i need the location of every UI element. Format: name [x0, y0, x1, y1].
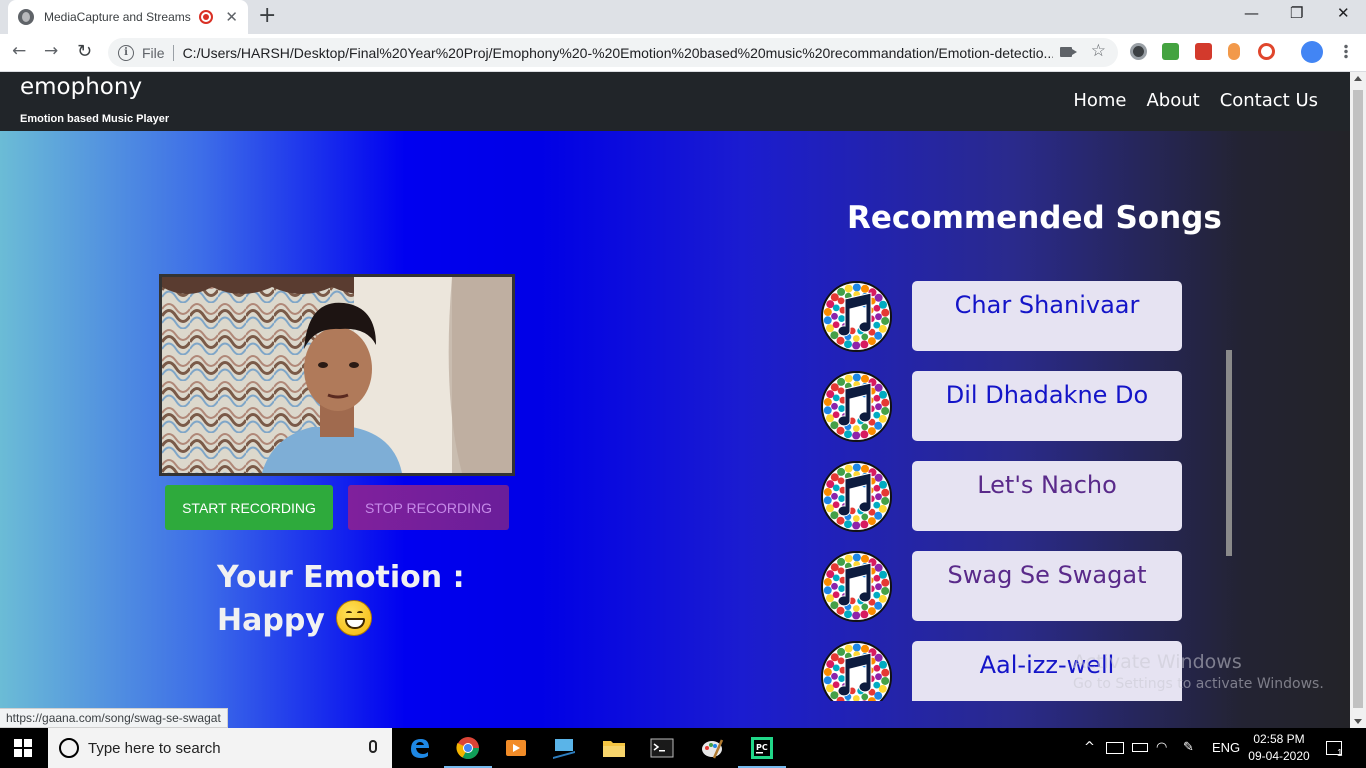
minimize-button[interactable]: —: [1244, 4, 1259, 22]
lastpass-extension-icon[interactable]: [1258, 43, 1275, 60]
scroll-up-icon[interactable]: [1354, 76, 1362, 81]
nav-home-link[interactable]: Home: [1073, 90, 1126, 111]
reload-button[interactable]: ↻: [77, 41, 92, 62]
song-title[interactable]: Swag Se Swagat: [912, 561, 1182, 589]
taskbar-search-placeholder: Type here to search: [88, 739, 221, 757]
address-bar[interactable]: i File C:/Users/HARSH/Desktop/Final%20Ye…: [108, 38, 1118, 67]
window-close-button[interactable]: ✕: [1337, 4, 1350, 22]
tray-chevron-icon[interactable]: ^: [1084, 740, 1095, 755]
tab-strip: MediaCapture and Streams ✕ + — ❐ ✕: [0, 0, 1366, 34]
media-player-icon[interactable]: [492, 728, 540, 768]
song-list-item: Swag Se Swagat: [810, 551, 1220, 622]
menu-dots-icon[interactable]: [1344, 44, 1348, 59]
globe-icon: [18, 9, 34, 25]
pycharm-icon[interactable]: PC: [738, 728, 786, 768]
info-icon[interactable]: i: [118, 44, 134, 61]
song-list: Char Shanivaar Dil Dhadakne Do Let's Nac…: [810, 269, 1220, 701]
page-scrollbar[interactable]: [1350, 72, 1366, 728]
battery-icon[interactable]: [1132, 743, 1148, 752]
language-indicator[interactable]: ENG: [1212, 740, 1240, 755]
browser-tab[interactable]: MediaCapture and Streams ✕: [8, 0, 248, 34]
site-navbar: emophony Emotion based Music Player Home…: [0, 72, 1350, 131]
cors-extension-icon[interactable]: [1162, 43, 1179, 60]
tab-close-icon[interactable]: ✕: [225, 8, 238, 26]
cortana-icon: [59, 738, 79, 758]
chrome-icon[interactable]: [444, 728, 492, 768]
activate-windows-title: Activate Windows: [1073, 651, 1242, 673]
page-viewport: emophony Emotion based Music Player Home…: [0, 72, 1350, 728]
song-card[interactable]: Swag Se Swagat: [912, 551, 1182, 621]
nav-links: Home About Contact Us: [1073, 90, 1318, 111]
song-list-item: Let's Nacho: [810, 461, 1220, 532]
music-note-icon: [821, 641, 892, 701]
music-note-icon: [821, 281, 892, 352]
remote-desktop-icon[interactable]: [540, 728, 588, 768]
wifi-icon[interactable]: ◠: [1156, 740, 1167, 755]
link-status-bar: https://gaana.com/song/swag-se-swagat: [0, 708, 228, 728]
windows-start-icon[interactable]: [14, 739, 32, 757]
edge-icon[interactable]: [396, 728, 444, 768]
webcam-frame-image: [162, 277, 512, 473]
bookmark-star-icon[interactable]: ☆: [1091, 41, 1106, 61]
back-button[interactable]: ←: [12, 41, 26, 61]
notification-count: 1: [1337, 748, 1343, 759]
grinning-face-icon: [336, 600, 372, 636]
new-tab-button[interactable]: +: [258, 5, 276, 27]
song-card[interactable]: Let's Nacho: [912, 461, 1182, 531]
song-list-scrollbar[interactable]: [1226, 350, 1232, 556]
svg-text:PC: PC: [756, 743, 768, 752]
file-explorer-icon[interactable]: [590, 728, 638, 768]
song-title[interactable]: Char Shanivaar: [912, 291, 1182, 319]
emoji-mouth: [345, 618, 365, 629]
recording-indicator-icon: [199, 10, 214, 24]
windows-taskbar: Type here to search PC ^ ◠ ✎ ENG 02:58 P…: [0, 728, 1366, 768]
paint-icon[interactable]: [688, 728, 736, 768]
scheme-label: File: [142, 44, 174, 61]
clock-date: 09-04-2020: [1248, 749, 1310, 763]
stop-recording-button[interactable]: STOP RECORDING: [348, 485, 509, 530]
url-text[interactable]: C:/Users/HARSH/Desktop/Final%20Year%20Pr…: [183, 45, 1053, 61]
camera-in-use-icon[interactable]: [1060, 47, 1077, 57]
brand-tagline: Emotion based Music Player: [20, 113, 170, 125]
taskbar-search[interactable]: Type here to search: [48, 728, 392, 768]
emotion-label: Your Emotion :: [217, 560, 465, 595]
start-recording-button[interactable]: START RECORDING: [165, 485, 333, 530]
bookmark-extension-icon[interactable]: [1195, 43, 1212, 60]
network-people-icon[interactable]: [1106, 742, 1124, 754]
song-card[interactable]: Char Shanivaar: [912, 281, 1182, 351]
song-title[interactable]: Dil Dhadakne Do: [912, 381, 1182, 409]
tab-title: MediaCapture and Streams: [44, 10, 191, 24]
emoji-eye-left: [346, 611, 352, 615]
scroll-down-icon[interactable]: [1354, 719, 1362, 724]
nav-contact-link[interactable]: Contact Us: [1220, 90, 1318, 111]
clock-time: 02:58 PM: [1253, 732, 1305, 746]
brand-logo[interactable]: emophony: [20, 74, 142, 100]
restore-button[interactable]: ❐: [1290, 4, 1303, 22]
microphone-icon[interactable]: [369, 740, 377, 753]
music-note-icon: [821, 461, 892, 532]
activate-windows-subtitle: Go to Settings to activate Windows.: [1073, 676, 1324, 692]
emotion-value: Happy: [217, 603, 325, 638]
reminder-extension-icon[interactable]: [1228, 43, 1240, 60]
song-list-item: Char Shanivaar: [810, 281, 1220, 352]
nav-about-link[interactable]: About: [1146, 90, 1199, 111]
song-list-item: Dil Dhadakne Do: [810, 371, 1220, 442]
music-note-icon: [821, 371, 892, 442]
taskbar-clock[interactable]: 02:58 PM 09-04-2020: [1246, 731, 1312, 765]
forward-button[interactable]: →: [44, 41, 58, 61]
profile-avatar-icon[interactable]: [1301, 41, 1323, 63]
emoji-eye-right: [357, 611, 363, 615]
recommended-songs-title: Recommended Songs: [847, 200, 1222, 236]
terminal-icon[interactable]: [638, 728, 686, 768]
song-title[interactable]: Let's Nacho: [912, 471, 1182, 499]
music-note-icon: [821, 551, 892, 622]
scrollbar-thumb[interactable]: [1353, 90, 1363, 708]
webcam-video: [159, 274, 515, 476]
song-card[interactable]: Dil Dhadakne Do: [912, 371, 1182, 441]
pen-workspace-icon[interactable]: ✎: [1183, 740, 1194, 755]
dark-mode-extension-icon[interactable]: [1130, 43, 1147, 60]
